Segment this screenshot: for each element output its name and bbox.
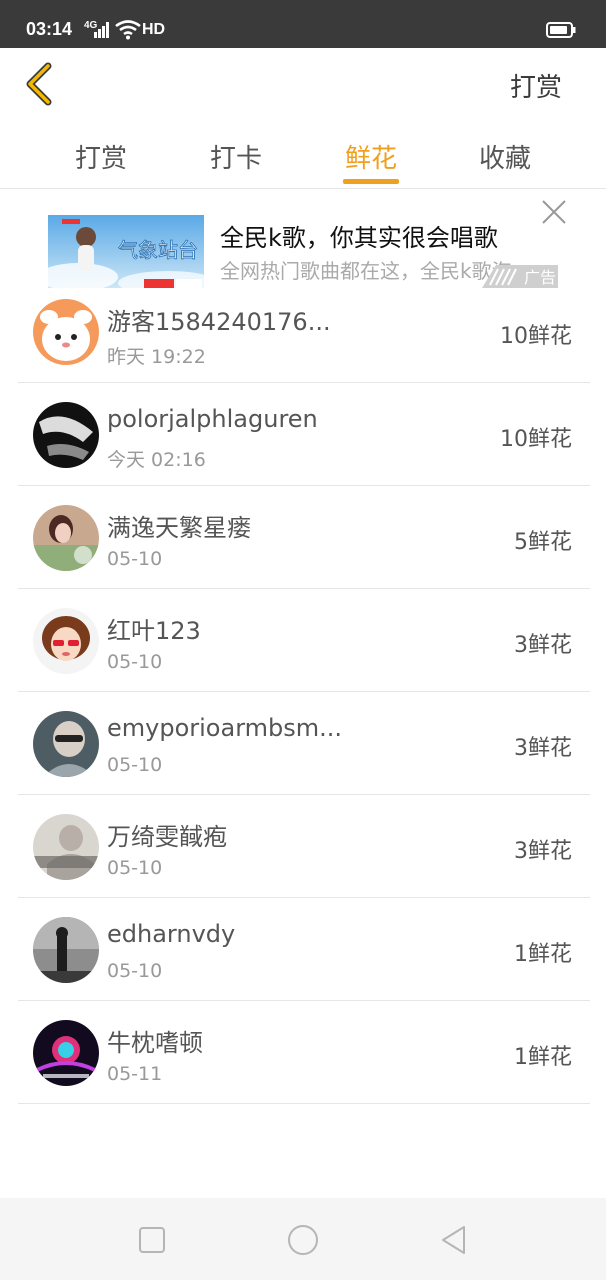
avatar[interactable] (33, 917, 99, 983)
flower-list: 游客1584240176... 昨天 19:22 10鲜花 polorjalph… (18, 280, 590, 1104)
flower-count: 5鲜花 (514, 530, 572, 555)
list-item[interactable]: polorjalphlaguren 今天 02:16 10鲜花 (18, 383, 590, 486)
tab-checkin[interactable]: 打卡 (191, 138, 281, 175)
active-tab-indicator (343, 179, 399, 184)
list-item[interactable]: edharnvdy 05-10 1鲜花 (18, 898, 590, 1001)
flower-count: 1鲜花 (514, 1045, 572, 1070)
reward-action-button[interactable]: 打赏 (510, 67, 562, 104)
flower-count: 10鲜花 (500, 427, 572, 452)
flower-count: 3鲜花 (514, 839, 572, 864)
flower-count: 1鲜花 (514, 942, 572, 967)
gift-time: 今天 02:16 (107, 449, 206, 471)
list-item[interactable]: 红叶123 05-10 3鲜花 (18, 589, 590, 692)
ad-image[interactable]: 气象站台 (48, 215, 204, 288)
avatar[interactable] (33, 402, 99, 468)
close-icon[interactable] (540, 198, 568, 226)
tab-bar: 打赏 打卡 鲜花 收藏 (0, 120, 606, 189)
user-name: 红叶123 (107, 617, 201, 645)
user-name: 满逸天繁星瘘 (107, 514, 251, 542)
list-item[interactable]: 万绮雯馘疱 05-10 3鲜花 (18, 795, 590, 898)
user-name: emyporioarmbsm... (107, 714, 343, 742)
user-name: 牛枕嗜顿 (107, 1029, 203, 1057)
back-chevron-icon[interactable] (18, 60, 62, 108)
flower-count: 3鲜花 (514, 633, 572, 658)
gift-time: 05-10 (107, 548, 163, 570)
status-bar: 03:14 4G HD (0, 0, 606, 48)
user-name: polorjalphlaguren (107, 405, 318, 433)
recent-apps-square-icon[interactable] (134, 1222, 170, 1258)
user-name: 游客1584240176... (107, 308, 331, 336)
avatar[interactable] (33, 711, 99, 777)
list-item[interactable]: 牛枕嗜顿 05-11 1鲜花 (18, 1001, 590, 1104)
system-navigation-bar (0, 1198, 606, 1280)
header: 打赏 (0, 48, 606, 118)
user-name: 万绮雯馘疱 (107, 823, 227, 851)
avatar[interactable] (33, 1020, 99, 1086)
gift-time: 05-10 (107, 857, 163, 879)
avatar[interactable] (33, 505, 99, 571)
ad-banner[interactable]: 气象站台 全民k歌，你其实很会唱歌 全网热门歌曲都在这，全民k歌海 广告 (0, 190, 606, 288)
gift-time: 昨天 19:22 (107, 346, 206, 368)
avatar[interactable] (33, 814, 99, 880)
gift-time: 05-10 (107, 754, 163, 776)
list-item[interactable]: 满逸天繁星瘘 05-10 5鲜花 (18, 486, 590, 589)
svg-text:气象站台: 气象站台 (118, 238, 198, 262)
list-item[interactable]: emyporioarmbsm... 05-10 3鲜花 (18, 692, 590, 795)
hd-label: HD (142, 21, 166, 38)
wifi-icon (115, 20, 141, 40)
signal-icon (94, 22, 110, 38)
gift-time: 05-10 (107, 651, 163, 673)
list-item[interactable]: 游客1584240176... 昨天 19:22 10鲜花 (18, 280, 590, 383)
back-triangle-icon[interactable] (436, 1222, 472, 1258)
battery-icon (546, 22, 576, 38)
gift-time: 05-10 (107, 960, 163, 982)
home-circle-icon[interactable] (285, 1222, 321, 1258)
flower-count: 3鲜花 (514, 736, 572, 761)
user-name: edharnvdy (107, 920, 236, 948)
flower-count: 10鲜花 (500, 324, 572, 349)
ad-title[interactable]: 全民k歌，你其实很会唱歌 (220, 218, 498, 253)
tab-flowers[interactable]: 鲜花 (326, 138, 416, 175)
tab-reward[interactable]: 打赏 (56, 138, 146, 175)
avatar[interactable] (33, 299, 99, 365)
avatar[interactable] (33, 608, 99, 674)
gift-time: 05-11 (107, 1063, 163, 1085)
tab-favorites[interactable]: 收藏 (460, 138, 550, 175)
status-time: 03:14 (26, 19, 73, 39)
